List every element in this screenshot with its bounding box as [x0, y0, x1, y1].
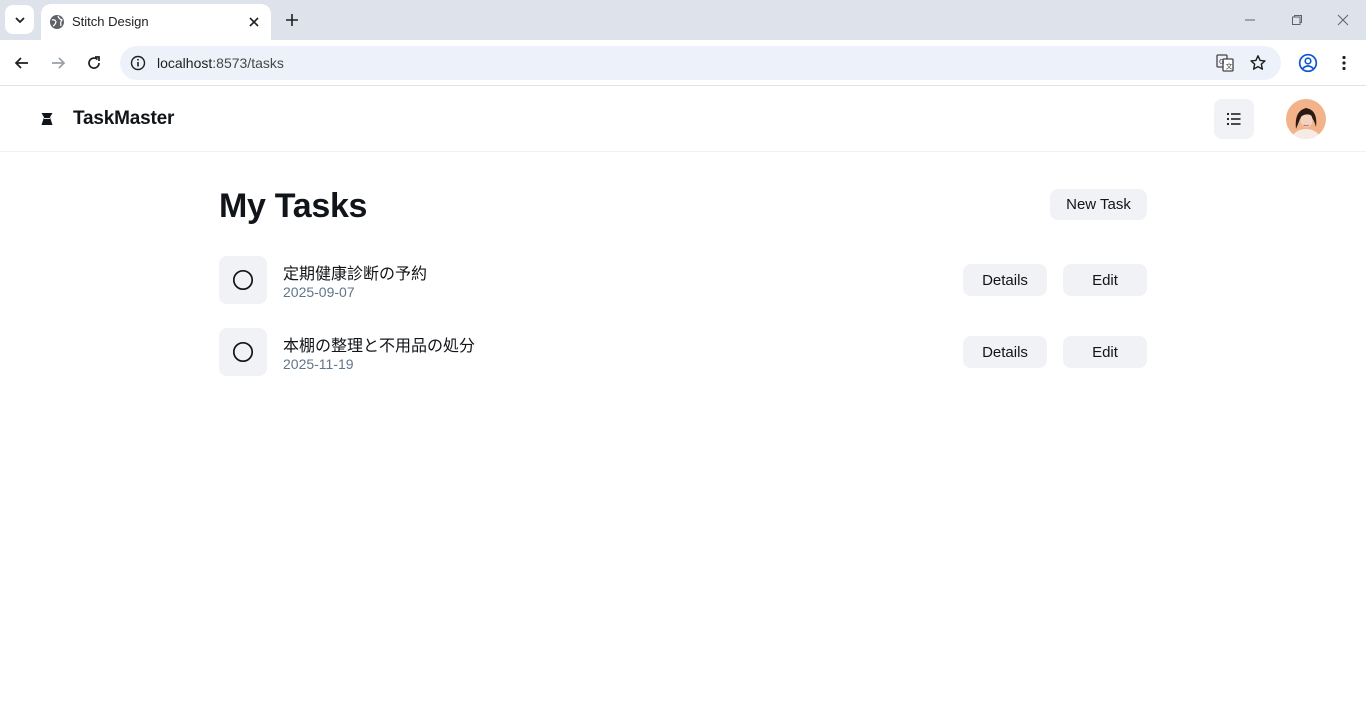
task-title: 定期健康診断の予約 — [283, 264, 428, 283]
user-avatar[interactable] — [1286, 99, 1326, 139]
browser-menu-button[interactable] — [1332, 51, 1356, 75]
svg-text:文: 文 — [1226, 62, 1233, 71]
tab-search-button[interactable] — [5, 5, 34, 34]
address-bar[interactable]: localhost:8573/tasks G文 — [120, 46, 1281, 80]
brand-name[interactable]: TaskMaster — [73, 108, 174, 130]
page-title: My Tasks — [219, 187, 368, 225]
forward-button[interactable] — [46, 51, 70, 75]
globe-icon — [50, 15, 64, 29]
minimize-button[interactable] — [1240, 10, 1260, 30]
task-row: 本棚の整理と不用品の処分 2025-11-19 Details Edit — [219, 328, 1147, 376]
svg-text:G: G — [1219, 58, 1224, 66]
star-icon — [1250, 55, 1266, 70]
task-complete-toggle[interactable] — [219, 256, 267, 304]
site-info-button[interactable] — [128, 53, 148, 73]
app-header: TaskMaster — [0, 87, 1366, 152]
task-row: 定期健康診断の予約 2025-09-07 Details Edit — [219, 256, 1147, 304]
translate-button[interactable]: G文 — [1215, 53, 1235, 73]
browser-tabstrip: Stitch Design — [0, 0, 1366, 40]
browser-toolbar: localhost:8573/tasks G文 — [0, 40, 1366, 86]
more-vert-icon — [1342, 55, 1346, 71]
task-date: 2025-09-07 — [283, 284, 355, 300]
tab-title: Stitch Design — [72, 14, 149, 29]
account-circle-icon — [1298, 53, 1318, 73]
url-text[interactable]: localhost:8573/tasks — [157, 55, 284, 71]
logo-icon — [41, 113, 53, 125]
reload-button[interactable] — [82, 51, 106, 75]
arrow-right-icon — [52, 57, 66, 69]
browser-tab-active[interactable]: Stitch Design — [41, 4, 271, 40]
close-icon — [1337, 14, 1349, 26]
translate-icon: G文 — [1216, 54, 1234, 72]
profile-button[interactable] — [1296, 51, 1320, 75]
task-date: 2025-11-19 — [283, 356, 354, 372]
close-icon — [249, 17, 259, 27]
url-path: :8573/tasks — [212, 55, 284, 71]
task-complete-toggle[interactable] — [219, 328, 267, 376]
bookmark-button[interactable] — [1248, 53, 1268, 73]
task-title: 本棚の整理と不用品の処分 — [283, 336, 476, 355]
avatar-image — [1286, 99, 1326, 139]
arrow-left-icon — [14, 57, 28, 69]
restore-icon — [1292, 15, 1302, 25]
list-icon — [1226, 112, 1241, 126]
chevron-down-icon — [14, 16, 25, 23]
edit-button[interactable]: Edit — [1063, 264, 1147, 296]
circle-icon — [232, 341, 254, 363]
back-button[interactable] — [10, 51, 34, 75]
edit-button[interactable]: Edit — [1063, 336, 1147, 368]
menu-button[interactable] — [1214, 99, 1254, 139]
info-icon — [130, 55, 146, 71]
new-task-button[interactable]: New Task — [1050, 189, 1147, 220]
tab-close-button[interactable] — [244, 12, 264, 32]
plus-icon — [286, 14, 298, 26]
url-host: localhost — [157, 55, 213, 71]
reload-icon — [88, 56, 100, 69]
close-window-button[interactable] — [1333, 10, 1353, 30]
details-button[interactable]: Details — [963, 336, 1047, 368]
details-button[interactable]: Details — [963, 264, 1047, 296]
minimize-icon — [1245, 19, 1255, 21]
circle-icon — [232, 269, 254, 291]
new-tab-button[interactable] — [281, 9, 303, 31]
restore-button[interactable] — [1287, 10, 1307, 30]
